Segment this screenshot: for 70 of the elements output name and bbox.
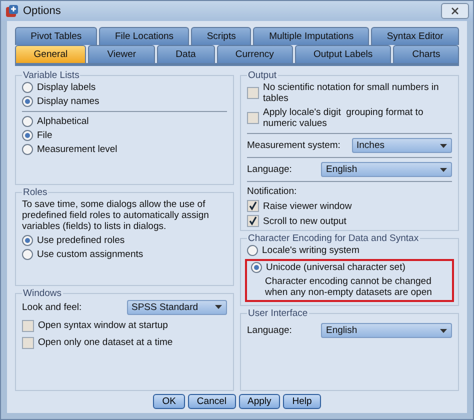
tab[interactable]: Viewer [88, 45, 155, 63]
dropdown[interactable]: SPSS Standard [126, 300, 227, 315]
option-label: Use predefined roles [37, 234, 125, 246]
radio-button[interactable] [22, 234, 33, 246]
dialog-button[interactable]: Help [283, 394, 321, 409]
tab[interactable]: Syntax Editor [371, 27, 459, 45]
tab[interactable]: File Locations [99, 27, 190, 45]
option-label: Use custom assignments [37, 248, 144, 260]
checkbox-label: Apply locale's digit grouping format to numeric values [263, 107, 424, 129]
field-label: Measurement system: [247, 140, 342, 151]
option-label: Locale's writing system [262, 245, 360, 256]
caret-icon [440, 168, 447, 172]
dropdown[interactable]: English [321, 162, 452, 177]
dialog-button[interactable]: Apply [238, 394, 280, 409]
checkbox[interactable] [247, 215, 259, 227]
checkbox-label: Open only one dataset at a time [38, 337, 173, 348]
app-icon [5, 4, 19, 18]
checkbox-label: Raise viewer window [263, 200, 352, 212]
checkbox[interactable] [247, 87, 259, 99]
radio-button[interactable] [22, 96, 33, 107]
radio-button[interactable] [22, 144, 33, 155]
field-label: Language: [247, 325, 293, 336]
checkbox[interactable] [247, 200, 259, 212]
tab[interactable]: Multiple Imputations [253, 27, 370, 45]
radio-button[interactable] [22, 116, 33, 127]
radio-button[interactable] [22, 82, 33, 93]
radio-button[interactable] [22, 130, 33, 141]
tab[interactable]: Data [156, 45, 215, 63]
checkbox[interactable] [22, 336, 34, 349]
description-text: To save time, some dialogs allow the use of predefined field roles to automatically assign variables (fields) to lists in dialogs. [22, 198, 210, 232]
option-label: Alphabetical [37, 116, 89, 127]
group-title: Output [247, 70, 278, 81]
group-title: Windows [22, 288, 63, 299]
group-title: User Interface [247, 308, 309, 319]
checkbox-label: Open syntax window at startup [38, 320, 168, 332]
checkbox-label: No scientific notation for small numbers in tables [263, 82, 440, 104]
caret-icon [440, 328, 447, 332]
tab[interactable]: General [15, 45, 86, 63]
option-label: Display labels [37, 82, 96, 93]
checkbox[interactable] [247, 112, 259, 124]
dropdown[interactable]: English [321, 323, 452, 338]
group-title: Variable Lists [22, 70, 80, 81]
note-text: Character encoding cannot be changed when any non-empty datasets are open [264, 276, 433, 298]
caret-icon [440, 144, 447, 148]
radio-button[interactable] [247, 245, 258, 256]
radio-button[interactable] [251, 262, 262, 273]
option-label: File [37, 130, 52, 141]
section-label: Notification: [247, 186, 298, 197]
tab[interactable]: Charts [393, 45, 460, 63]
tab[interactable]: Output Labels [294, 45, 392, 63]
radio-button[interactable] [22, 248, 33, 260]
tab[interactable]: Scripts [191, 27, 252, 45]
tab[interactable]: Currency [216, 45, 293, 63]
group-title: Roles [22, 186, 48, 198]
tab[interactable]: Pivot Tables [15, 27, 98, 45]
option-label: Display names [37, 96, 100, 107]
field-label: Language: [247, 164, 293, 175]
dropdown[interactable]: Inches [352, 138, 452, 153]
option-label: Measurement level [37, 144, 118, 155]
checkbox-label: Scroll to new output [263, 216, 346, 226]
window-title: Options [23, 5, 61, 17]
group-title: Character Encoding for Data and Syntax [247, 233, 420, 244]
caret-icon [215, 305, 222, 310]
field-label: Look and feel: [22, 302, 83, 313]
dialog-button[interactable]: OK [153, 394, 185, 409]
dialog-button[interactable]: Cancel [188, 394, 236, 409]
close-button[interactable] [441, 3, 469, 19]
option-label: Unicode (universal character set) [266, 262, 406, 273]
checkbox[interactable] [22, 320, 34, 332]
close-icon [451, 7, 459, 15]
